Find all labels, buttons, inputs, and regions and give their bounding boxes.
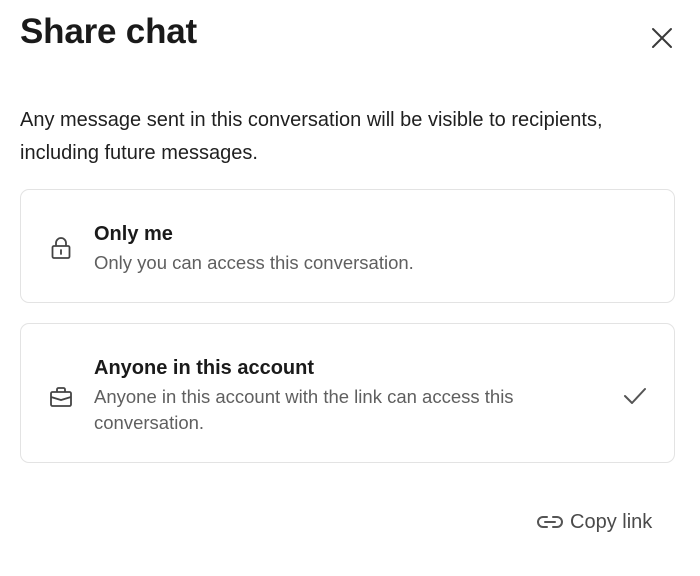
option-title: Anyone in this account: [94, 357, 315, 379]
option-anyone-in-account[interactable]: Anyone in this account Anyone in this ac…: [20, 323, 675, 463]
option-title: Only me: [94, 223, 173, 245]
dialog-title: Share chat: [20, 12, 197, 51]
close-button[interactable]: [646, 22, 678, 54]
copy-link-button[interactable]: Copy link: [536, 507, 652, 537]
lock-icon: [49, 236, 73, 260]
option-only-me[interactable]: Only me Only you can access this convers…: [20, 189, 675, 303]
option-text: Only me Only you can access this convers…: [94, 220, 614, 276]
option-text: Anyone in this account Anyone in this ac…: [94, 354, 604, 436]
option-subtitle: Anyone in this account with the link can…: [94, 386, 514, 433]
briefcase-icon: [49, 385, 73, 409]
copy-link-label: Copy link: [570, 510, 653, 533]
check-icon: [624, 388, 646, 404]
option-subtitle: Only you can access this conversation.: [94, 252, 414, 273]
link-icon: [537, 516, 563, 528]
dialog-description: Any message sent in this conversation wi…: [20, 109, 603, 164]
close-icon: [652, 28, 672, 48]
share-chat-dialog: Share chat Any message sent in this conv…: [0, 0, 700, 576]
